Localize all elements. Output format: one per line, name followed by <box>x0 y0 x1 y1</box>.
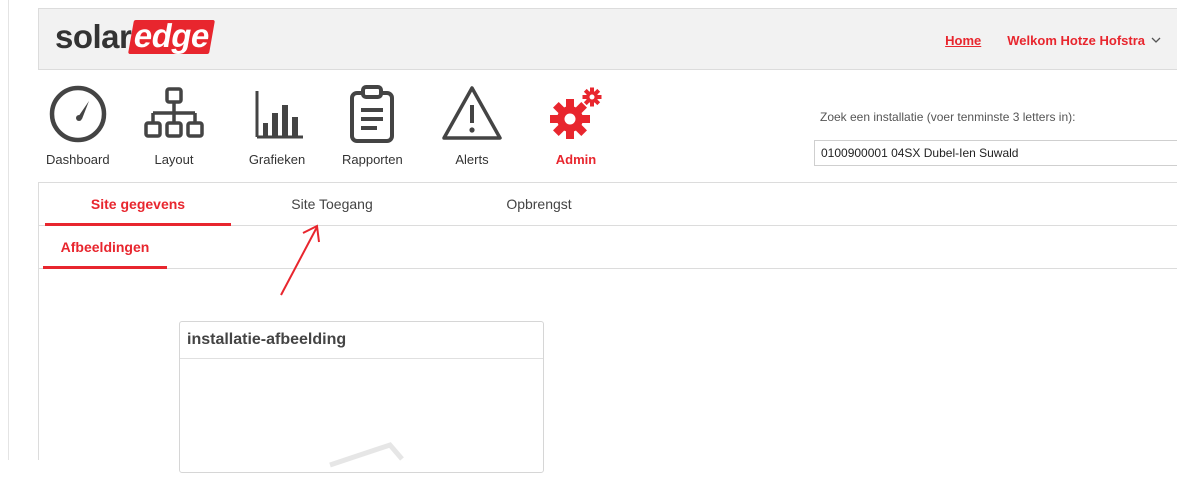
tab-site-toegang[interactable]: Site Toegang <box>251 183 413 225</box>
user-menu[interactable]: Welkom Hotze Hofstra <box>1007 33 1161 48</box>
image-placeholder-icon <box>329 442 404 468</box>
nav-label-rapporten: Rapporten <box>342 152 403 167</box>
nav-label-layout: Layout <box>154 152 194 167</box>
welcome-text: Welkom Hotze Hofstra <box>1007 33 1145 48</box>
nav-label-grafieken: Grafieken <box>248 152 306 167</box>
nav-rapporten[interactable]: Rapporten <box>342 82 403 167</box>
layout-tree-icon <box>144 82 204 146</box>
nav-label-alerts: Alerts <box>455 152 489 167</box>
solaredge-logo[interactable]: solar edge <box>55 17 216 55</box>
top-header: solar edge Home Welkom Hotze Hofstra <box>38 8 1177 70</box>
nav-label-dashboard: Dashboard <box>46 152 110 167</box>
nav-alerts[interactable]: Alerts <box>440 82 504 167</box>
nav-admin[interactable]: Admin <box>544 82 608 167</box>
nav-grafieken[interactable]: Grafieken <box>247 82 307 167</box>
nav-label-admin: Admin <box>555 152 597 167</box>
gear-icon <box>544 82 608 146</box>
panel-title: installatie-afbeelding <box>180 322 543 359</box>
sub-tabs: Afbeeldingen <box>39 226 1177 269</box>
warning-triangle-icon <box>440 82 504 146</box>
main-tabs: Site gegevens Site Toegang Opbrengst <box>39 183 1177 226</box>
tab-opbrengst[interactable]: Opbrengst <box>459 183 619 225</box>
chevron-down-icon <box>1151 37 1161 43</box>
content-area: Site gegevens Site Toegang Opbrengst Afb… <box>38 182 1177 473</box>
subtab-afbeeldingen[interactable]: Afbeeldingen <box>43 226 167 269</box>
nav-layout[interactable]: Layout <box>144 82 204 167</box>
annotation-arrow <box>280 224 320 296</box>
installation-search-input[interactable] <box>814 140 1177 166</box>
installation-image-panel: installatie-afbeelding <box>179 321 544 473</box>
logo-text-edge: edge <box>128 17 216 54</box>
nav-dashboard[interactable]: Dashboard <box>46 82 110 167</box>
logo-text-solar: solar <box>55 18 132 55</box>
search-label: Zoek een installatie (voer tenminste 3 l… <box>820 110 1076 124</box>
clipboard-report-icon <box>342 82 402 146</box>
top-links: Home Welkom Hotze Hofstra <box>945 33 1161 48</box>
chart-bars-icon <box>247 82 307 146</box>
home-link[interactable]: Home <box>945 33 981 48</box>
dashboard-gauge-icon <box>47 82 109 146</box>
page-left-border <box>8 0 9 460</box>
tab-site-gegevens[interactable]: Site gegevens <box>45 183 231 226</box>
